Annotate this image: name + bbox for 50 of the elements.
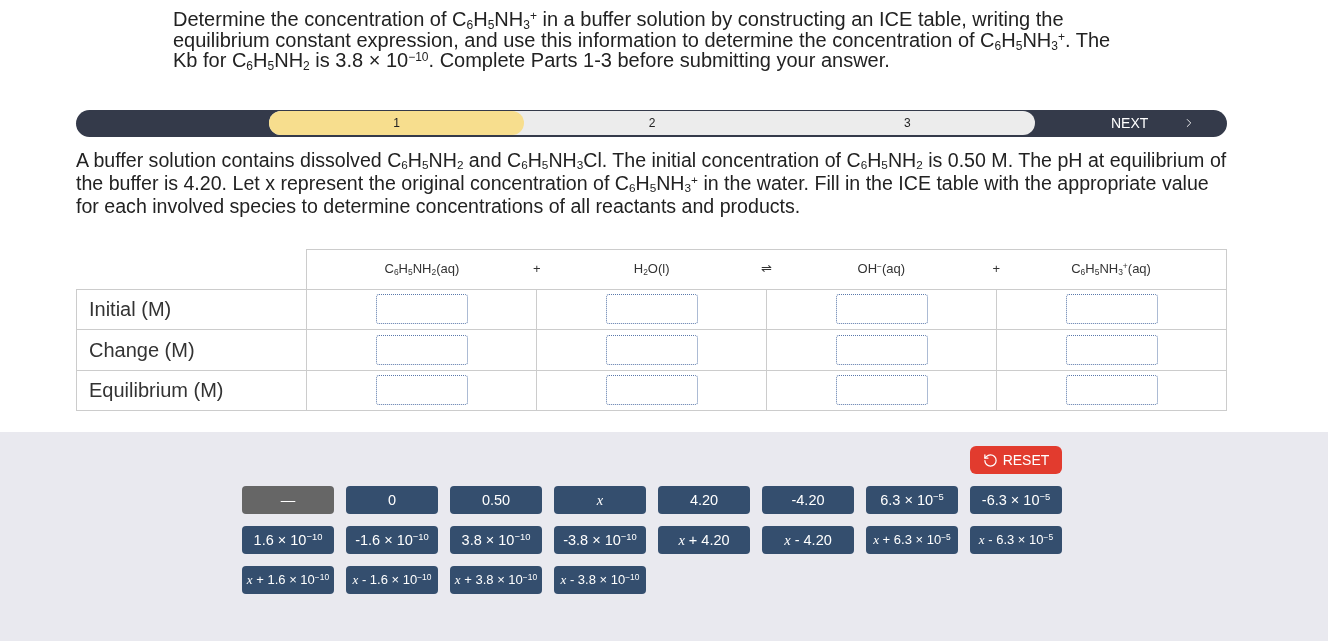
answer-tile[interactable]: -6.3 × 10$^{−5}$	[970, 486, 1062, 514]
answer-tile[interactable]: x + 3.8 × 10$^{−10}$	[450, 566, 542, 594]
operator-symbol: ⇌	[761, 260, 772, 279]
answer-tile[interactable]: x + 6.3 × 10$^{−5}$	[866, 526, 958, 554]
operator-symbol: +	[992, 260, 1000, 279]
answer-box[interactable]	[375, 294, 468, 325]
row-label: Equilibrium (M)	[89, 379, 224, 402]
answer-tile[interactable]: 0.50	[450, 486, 542, 514]
answer-tile[interactable]: -4.20	[762, 486, 854, 514]
answer-box[interactable]	[835, 375, 928, 406]
reset-button[interactable]: RESET	[970, 446, 1062, 474]
answer-box[interactable]	[605, 334, 698, 365]
circular-arrow-icon	[982, 452, 998, 468]
answer-tile[interactable]: 6.3 × 10$^{−5}$	[866, 486, 958, 514]
step-tab[interactable]: 1	[269, 111, 525, 135]
answer-tile[interactable]: -1.6 × 10$^{−10}$	[346, 526, 438, 554]
answer-box[interactable]	[1065, 334, 1158, 365]
answer-tile[interactable]: x + 4.20	[658, 526, 750, 554]
answer-tile[interactable]: —	[242, 486, 334, 514]
instruction-text: A buffer solution contains dissolved C$_{6}$H$_{5}$NH$_{2}$ and C$_{6}$H$_{5}$NH$_{3}$Cl. The initial concentration of C$_{6}$H$_{5}$NH$_{2}$ is 0.50 M. The pH at equilibrium of the buffer is 4.20. Let x represent the original concentration of C$_{6}$H$_{5}$NH$_{3}$$^{+}$ in the water. Fill in the ICE table with the appropriate value for each involved species to determine concentrations of all reactants and products.	[76, 148, 1227, 218]
operator-symbol: +	[532, 260, 541, 279]
answer-box[interactable]	[1065, 375, 1158, 406]
answer-tile[interactable]: x + 1.6 × 10$^{−10}$	[242, 566, 334, 594]
answer-tile[interactable]: -3.8 × 10$^{−10}$	[554, 526, 646, 554]
answer-box[interactable]	[605, 375, 698, 406]
species-label: OH$^{−}$(aq)	[857, 260, 906, 279]
answer-box[interactable]	[835, 334, 928, 365]
species-label: C$_{6}$H$_{5}$NH$_{2}$(aq)	[384, 260, 460, 279]
answer-tile[interactable]: x	[554, 486, 646, 514]
answer-tile[interactable]: x - 1.6 × 10$^{−10}$	[346, 566, 438, 594]
answer-box[interactable]	[375, 334, 468, 365]
step-tab[interactable]: 2	[524, 111, 780, 135]
step-tab[interactable]: 3	[779, 111, 1035, 135]
answer-tile[interactable]: 1.6 × 10$^{−10}$	[242, 526, 334, 554]
answer-box[interactable]	[375, 375, 468, 406]
question-text: Determine the concentration of C$_{6}$H$_{5}$NH$_{3}$$^{+}$ in a buffer solution by constructing an ICE table, writing the equilibrium constant expression, and use this information to determine the concentration of C$_{6}$H$_{5}$NH$_{3}$$^{+}$. The Kb for C$_{6}$H$_{5}$NH$_{2}$ is 3.8 × 10$^{−10}$. Complete Parts 1-3 before submitting your answer.	[173, 9, 1112, 71]
row-label: Change (M)	[89, 338, 195, 361]
answer-tile[interactable]: x - 3.8 × 10$^{−10}$	[554, 566, 646, 594]
answer-tile[interactable]: 3.8 × 10$^{−10}$	[450, 526, 542, 554]
next-button[interactable]: NEXT	[1035, 109, 1227, 137]
species-label: C$_{6}$H$_{5}$NH$_{3}$$^{+}$(aq)	[1071, 260, 1151, 279]
answer-box[interactable]	[1065, 294, 1158, 325]
row-label: Initial (M)	[89, 298, 172, 321]
answer-box[interactable]	[605, 294, 698, 325]
answer-tile[interactable]: x - 4.20	[762, 526, 854, 554]
species-label: H$_{2}$O(l)	[633, 260, 670, 279]
answer-tile[interactable]: 4.20	[658, 486, 750, 514]
answer-tile[interactable]: 0	[346, 486, 438, 514]
answer-box[interactable]	[835, 294, 928, 325]
answer-tile[interactable]: x - 6.3 × 10$^{−5}$	[970, 526, 1062, 554]
